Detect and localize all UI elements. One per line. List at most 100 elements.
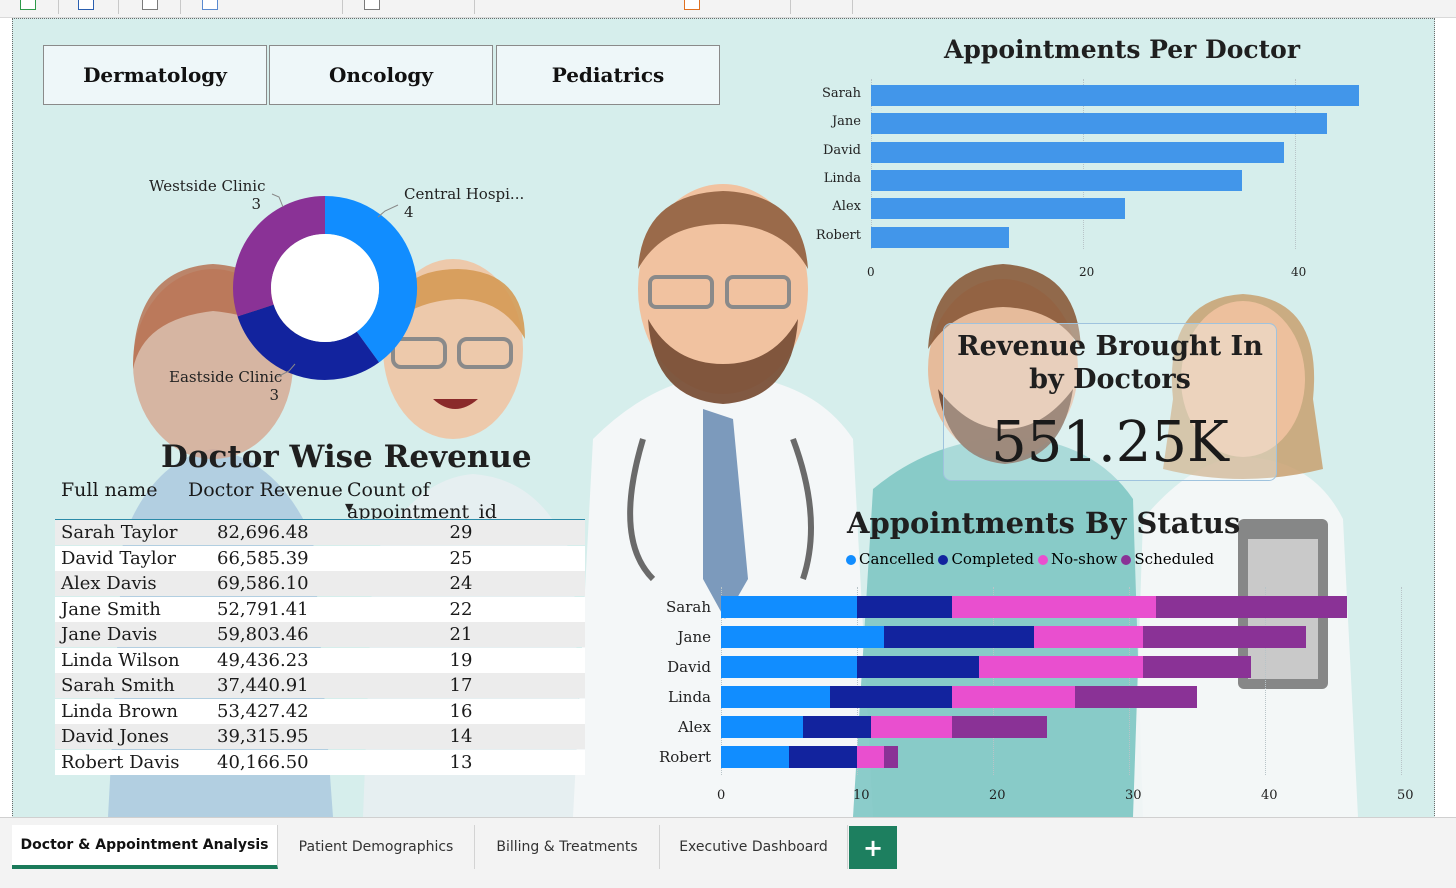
donut-label-central: Central Hospi... 4: [404, 185, 525, 221]
table-cell: 53,427.42: [217, 700, 309, 722]
x-tick-label: 20: [989, 788, 1006, 803]
legend-item: Scheduled: [1121, 550, 1214, 568]
report-canvas: Dermatology Oncology Pediatrics Central …: [12, 18, 1435, 818]
table-row: Robert Davis 40,166.50 13: [55, 749, 585, 775]
bar-segment-cancelled: [721, 686, 830, 708]
x-tick-label: 30: [1125, 788, 1142, 803]
tab-doctor-appointment-analysis[interactable]: Doctor & Appointment Analysis: [12, 825, 278, 869]
table-row: Sarah Taylor 82,696.48 29: [55, 520, 585, 545]
table-row: David Jones 39,315.95 14: [55, 724, 585, 749]
table-cell: 13: [449, 751, 473, 773]
tab-executive-dashboard[interactable]: Executive Dashboard: [660, 825, 848, 869]
legend-dot-icon: [846, 555, 856, 565]
category-label: Sarah: [822, 86, 861, 101]
bar-segment-scheduled: [952, 716, 1048, 738]
x-tick-label: 40: [1291, 265, 1307, 279]
tab-patient-demographics[interactable]: Patient Demographics: [278, 825, 475, 869]
bar-segment-scheduled: [884, 746, 898, 768]
table-cell: 59,803.46: [217, 624, 309, 645]
legend-label: Completed: [951, 550, 1034, 568]
table-row: Jane Smith 52,791.41 22: [55, 596, 585, 622]
category-label: Linda: [668, 688, 711, 706]
table-cell: 19: [449, 649, 473, 671]
bar-segment-cancelled: [721, 716, 803, 738]
table-row: Linda Brown 53,427.42 16: [55, 698, 585, 724]
bar-segment-completed: [884, 626, 1034, 648]
table-row: Sarah Smith 37,440.91 17: [55, 673, 585, 698]
column-header[interactable]: Count of appointment_id: [347, 479, 585, 523]
table-cell: Sarah Smith: [61, 675, 175, 696]
column-header[interactable]: Full name: [61, 479, 157, 501]
bar-segment-completed: [857, 596, 953, 618]
table-cell: Linda Brown: [61, 700, 178, 722]
kpi-value: 551.25K: [991, 410, 1229, 475]
grid-icon[interactable]: [364, 0, 380, 10]
ribbon-toolbar: [0, 0, 1456, 18]
table-row: Alex Davis 69,586.10 24: [55, 571, 585, 596]
donut-label-eastside: Eastside Clinic 3: [169, 368, 283, 404]
column-header[interactable]: Doctor Revenue: [188, 479, 343, 501]
appointments-per-doctor-title: Appointments Per Doctor: [944, 35, 1300, 64]
add-page-button[interactable]: +: [849, 826, 897, 869]
category-label: Linda: [823, 170, 861, 186]
legend-label: Cancelled: [859, 550, 935, 568]
table-cell: 21: [449, 624, 473, 645]
sort-descending-icon: ▼: [345, 501, 354, 514]
bar-david: [871, 141, 1285, 163]
legend-label: No-show: [1050, 550, 1118, 568]
table-cell: Jane Davis: [61, 624, 158, 645]
slicer-pediatrics[interactable]: Pediatrics: [496, 45, 720, 105]
category-label: David: [667, 658, 711, 676]
toolbar-divider: [474, 0, 475, 14]
status-legend: Cancelled Completed No-show Scheduled: [846, 549, 1218, 568]
bar-segment-scheduled: [1156, 596, 1347, 618]
table-cell: 39,315.95: [217, 726, 309, 747]
document-icon[interactable]: [202, 0, 218, 10]
toolbar-divider: [790, 0, 791, 14]
table-cell: 25: [449, 547, 473, 569]
table-icon[interactable]: [78, 0, 94, 10]
table-cell: 29: [449, 522, 473, 543]
paint-icon[interactable]: [684, 0, 700, 10]
toolbar-divider: [342, 0, 343, 14]
table-cell: David Taylor: [61, 547, 177, 569]
category-label: Alex: [678, 718, 711, 736]
category-label: David: [823, 142, 861, 158]
refresh-icon[interactable]: [20, 0, 36, 10]
appointments-per-doctor-chart: 0 20 40 Sarah Jane David Linda Alex Robert: [803, 79, 1363, 294]
category-label: Jane: [677, 628, 712, 646]
table-cell: Alex Davis: [61, 573, 157, 594]
page-tab-bar: Doctor & Appointment Analysis Patient De…: [0, 817, 1456, 888]
x-tick-label: 50: [1397, 788, 1414, 803]
bar-linda: [871, 169, 1242, 191]
table-cell: 16: [449, 700, 473, 722]
kpi-title: Revenue Brought In by Doctors: [957, 331, 1263, 395]
legend-item: No-show: [1037, 550, 1118, 568]
appointments-by-status-chart: 0 10 20 30 40 50 Sarah Jane David Linda Alex Robert: [633, 579, 1423, 809]
table-row: Jane Davis 59,803.46 21: [55, 622, 585, 647]
bar-segment-cancelled: [721, 656, 857, 678]
legend-dot-icon: [1121, 555, 1132, 565]
bar-segment-scheduled: [1142, 626, 1306, 648]
appointments-by-status-title: Appointments By Status: [847, 506, 1241, 540]
bar-segment-cancelled: [721, 626, 885, 648]
bar-robert: [871, 226, 1009, 248]
window-icon[interactable]: [142, 0, 158, 10]
legend-dot-icon: [938, 555, 949, 565]
doctor-wise-revenue-title: Doctor Wise Revenue: [161, 439, 532, 475]
table-cell: Linda Wilson: [61, 649, 180, 671]
table-cell: David Jones: [61, 726, 169, 747]
table-cell: 49,436.23: [217, 649, 309, 671]
table-cell: Robert Davis: [61, 751, 180, 773]
tab-billing-treatments[interactable]: Billing & Treatments: [475, 825, 660, 869]
bar-segment-completed: [789, 746, 857, 768]
slicer-dermatology[interactable]: Dermatology: [43, 45, 267, 105]
table-row: Linda Wilson 49,436.23 19: [55, 647, 585, 673]
legend-dot-icon: [1037, 555, 1048, 565]
bar-jane: [871, 113, 1327, 135]
toolbar-divider: [58, 0, 59, 14]
slicer-oncology[interactable]: Oncology: [269, 45, 493, 105]
bar-segment-no-show: [857, 746, 885, 768]
bar-alex: [871, 198, 1126, 220]
x-tick-label: 0: [867, 265, 875, 279]
